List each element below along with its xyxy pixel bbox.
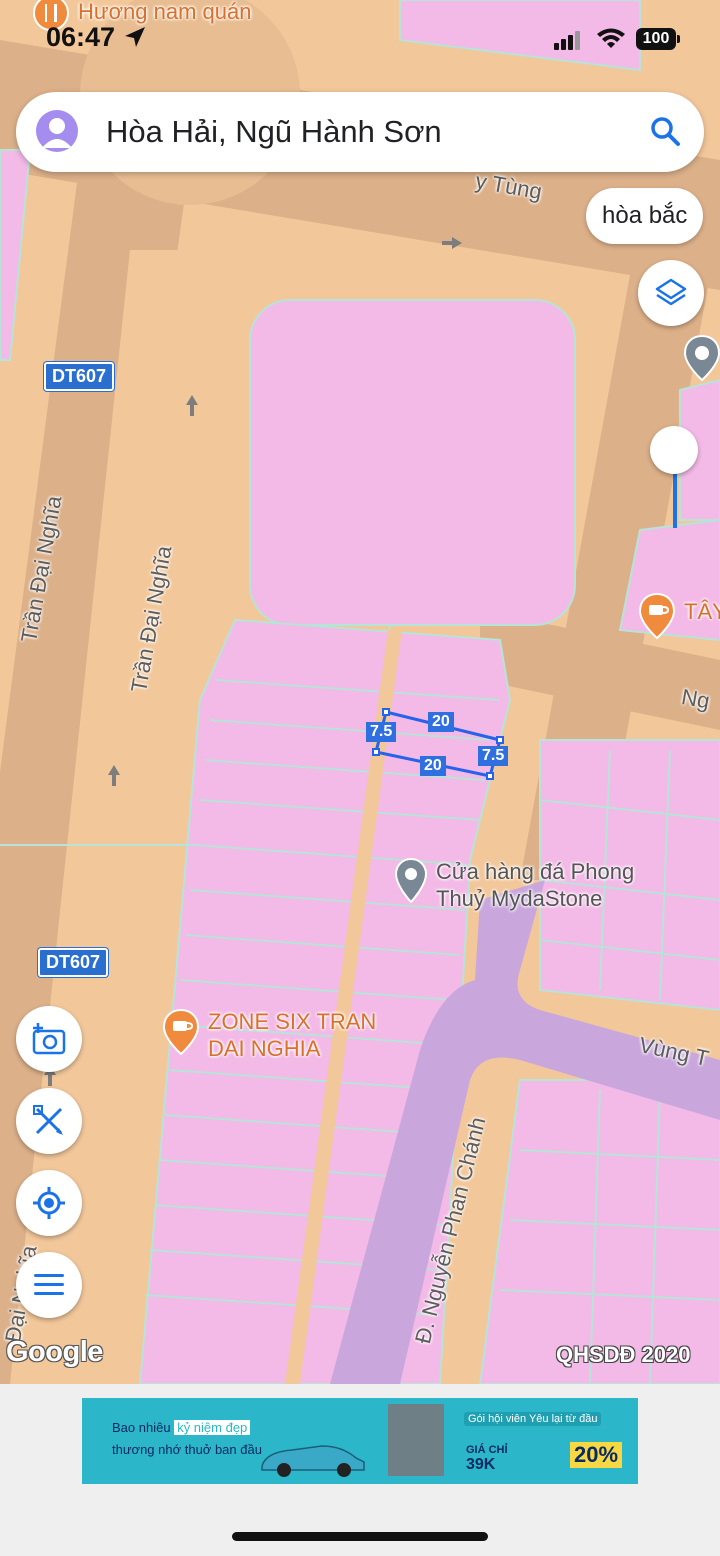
search-icon[interactable] xyxy=(648,114,682,148)
home-indicator[interactable] xyxy=(232,1532,488,1541)
ad-price-label: GIÁ CHỈ xyxy=(466,1444,508,1456)
avatar[interactable] xyxy=(36,110,78,152)
ad-discount: 20% xyxy=(570,1442,623,1468)
menu-icon xyxy=(34,1274,64,1295)
measure-right-label: 7.5 xyxy=(478,746,509,766)
ruler-pencil-icon xyxy=(33,1105,63,1135)
ad-line2: thương nhớ thuở ban đầu xyxy=(112,1442,262,1457)
ad-price: 39K xyxy=(466,1456,496,1473)
search-input[interactable]: Hòa Hải, Ngũ Hành Sơn xyxy=(106,114,442,150)
poi-stone-shop-line2: Thuỷ MydaStone xyxy=(436,886,603,911)
battery-tip xyxy=(677,35,680,43)
battery-indicator: 100 xyxy=(636,28,676,50)
layers-icon xyxy=(655,278,687,306)
user-icon xyxy=(42,118,72,148)
measure-left-label: 7.5 xyxy=(366,722,397,742)
overlay-label: QHSDĐ 2020 xyxy=(556,1342,691,1367)
car-image xyxy=(261,1445,365,1477)
poi-stone-shop[interactable]: Cửa hàng đá Phong Thuỷ MydaStone xyxy=(394,858,634,912)
crosshair-icon xyxy=(33,1187,65,1219)
cafe-icon xyxy=(162,1008,200,1056)
road-label-ng: Ng xyxy=(679,684,712,714)
measure-tool-button[interactable] xyxy=(16,1088,82,1154)
place-pin-icon[interactable] xyxy=(682,334,720,382)
ad-photo xyxy=(388,1404,444,1476)
place-pin-icon xyxy=(394,858,428,904)
suggestion-chip[interactable]: hòa bắc xyxy=(586,188,704,244)
poi-zone-six[interactable]: ZONE SIX TRAN DAI NGHIA xyxy=(162,1008,376,1062)
signal-icon xyxy=(554,31,580,50)
poi-stone-shop-line1: Cửa hàng đá Phong xyxy=(436,859,635,884)
ad-banner[interactable]: Bao nhiêu kỷ niệm đẹp thương nhớ thuở ba… xyxy=(82,1398,638,1484)
layers-button[interactable] xyxy=(638,260,704,326)
poi-tay-label: TÂY xyxy=(684,599,720,624)
poi-zone-six-line1: ZONE SIX TRAN xyxy=(208,1009,377,1034)
location-arrow-icon xyxy=(124,27,145,47)
camera-add-icon xyxy=(32,1023,66,1055)
menu-button[interactable] xyxy=(16,1252,82,1318)
measure-bottom-label: 20 xyxy=(420,756,446,776)
layer-opacity-handle[interactable] xyxy=(650,426,698,474)
google-logo: Google xyxy=(6,1336,103,1368)
add-photo-button[interactable] xyxy=(16,1006,82,1072)
my-location-button[interactable] xyxy=(16,1170,82,1236)
ad-right-title: Gói hội viên Yêu lại từ đầu xyxy=(464,1412,602,1426)
measure-top-label: 20 xyxy=(428,712,454,732)
search-bar[interactable]: Hòa Hải, Ngũ Hành Sơn xyxy=(16,92,704,172)
route-shield-dt607-bottom: DT607 xyxy=(38,948,109,977)
wifi-icon xyxy=(597,28,625,48)
poi-zone-six-line2: DAI NGHIA xyxy=(208,1036,321,1061)
ad-highlight: kỷ niệm đẹp xyxy=(174,1420,251,1435)
poi-tay[interactable]: TÂY xyxy=(638,592,720,640)
layer-opacity-track[interactable] xyxy=(673,470,677,528)
cafe-icon xyxy=(638,592,676,640)
status-bar: 06:47 100 xyxy=(0,0,720,80)
route-shield-dt607-top: DT607 xyxy=(44,362,115,391)
ad-line1: Bao nhiêu xyxy=(112,1420,171,1435)
status-time: 06:47 xyxy=(46,22,147,53)
